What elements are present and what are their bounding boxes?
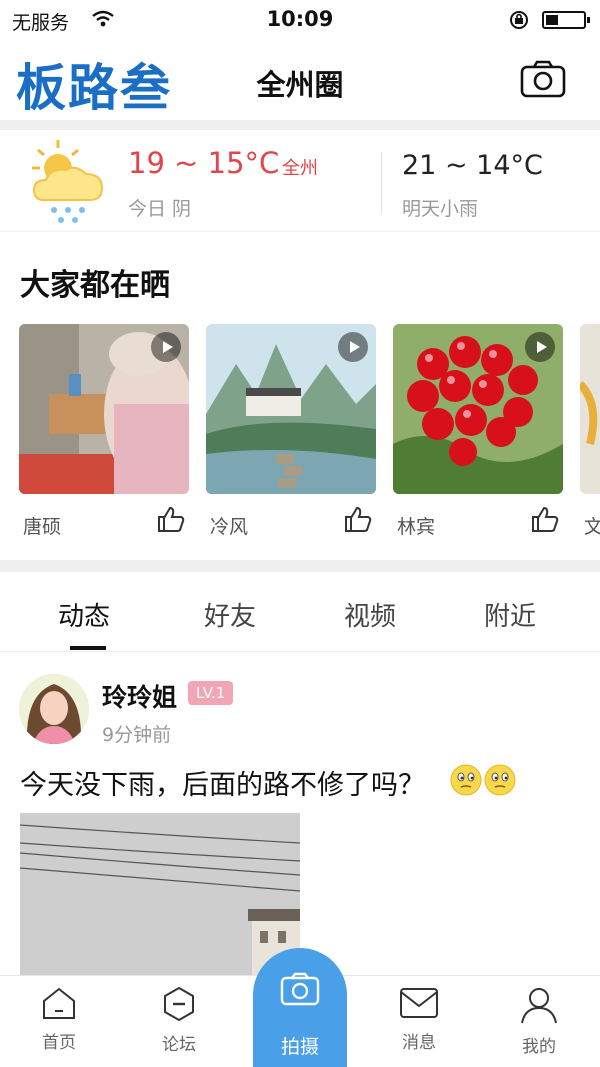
section-title: 大家都在晒 (20, 268, 170, 303)
camera-icon (280, 972, 320, 1006)
today-area: 全州 (282, 158, 318, 179)
tomorrow-description: 明天小雨 (402, 198, 479, 220)
share-thumbnail[interactable] (19, 324, 189, 494)
shoot-label: 拍摄 (280, 1036, 319, 1058)
weather-panel[interactable]: 19 ~ 15°C 全州 今日 阴 21 ~ 14°C 明天小雨 (0, 130, 600, 230)
share-item[interactable]: 唐硕 (19, 324, 189, 538)
emoji-icon (484, 764, 516, 796)
share-author[interactable]: 唐硕 (23, 512, 61, 539)
play-icon[interactable] (151, 332, 181, 362)
share-item[interactable]: 林宾 (393, 324, 563, 538)
thumbs-up-icon[interactable] (344, 506, 372, 536)
post-username[interactable]: 玲玲姐 (102, 678, 177, 714)
post-time: 9分钟前 (102, 724, 172, 746)
camera-button[interactable] (520, 60, 566, 98)
forum-icon (164, 986, 194, 1022)
share-item[interactable]: 冷风 (206, 324, 376, 538)
avatar[interactable] (19, 674, 89, 744)
battery-icon (542, 11, 590, 29)
tab-nearby[interactable]: 附近 (484, 596, 536, 633)
status-bar: 无服务 10:09 (0, 0, 600, 40)
feed-tabs: 动态 好友 视频 附近 (0, 572, 600, 652)
camera-icon (520, 60, 566, 98)
nav-home-label: 首页 (42, 1033, 76, 1053)
today-description: 今日 阴 (128, 198, 192, 220)
tab-videos[interactable]: 视频 (344, 596, 396, 633)
emoji-icon (450, 764, 482, 796)
thumbs-up-icon[interactable] (531, 506, 559, 536)
level-badge: LV.1 (188, 681, 234, 705)
weather-divider (381, 152, 382, 214)
post-image[interactable] (20, 813, 300, 978)
share-carousel[interactable]: 唐硕 冷风 林宾 文 (0, 324, 600, 544)
divider (0, 230, 600, 232)
nav-profile[interactable]: 我的 (494, 986, 584, 1057)
person-icon (521, 988, 557, 1024)
nav-messages[interactable]: 消息 (374, 986, 464, 1053)
today-temperature: 19 ~ 15°C (128, 146, 280, 180)
nav-messages-label: 消息 (402, 1033, 436, 1053)
nav-profile-label: 我的 (522, 1037, 556, 1057)
post-text: 今天没下雨，后面的路不修了吗？ (20, 770, 425, 801)
play-icon[interactable] (338, 332, 368, 362)
share-thumbnail[interactable] (393, 324, 563, 494)
thumbs-up-icon[interactable] (157, 506, 185, 536)
divider (0, 120, 600, 130)
cloudy-rain-icon (30, 138, 106, 232)
tomorrow-temperature: 21 ~ 14°C (402, 150, 543, 181)
share-item[interactable]: 文 (580, 324, 600, 538)
share-thumbnail[interactable] (206, 324, 376, 494)
shoot-button[interactable]: 拍摄 (253, 948, 347, 1067)
tab-dynamics[interactable]: 动态 (58, 596, 110, 633)
nav-forum-label: 论坛 (162, 1035, 196, 1055)
share-author[interactable]: 冷风 (210, 512, 248, 539)
home-icon (43, 987, 75, 1019)
app-header: 板路叁 全州圈 (0, 40, 600, 120)
share-thumbnail[interactable] (580, 324, 600, 494)
page-title: 全州圈 (256, 68, 344, 102)
nav-forum[interactable]: 论坛 (134, 986, 224, 1055)
nav-home[interactable]: 首页 (14, 986, 104, 1053)
play-icon[interactable] (525, 332, 555, 362)
divider (0, 560, 600, 572)
tab-friends[interactable]: 好友 (204, 596, 256, 633)
mail-icon (400, 988, 438, 1018)
rotation-lock-icon (509, 10, 533, 34)
active-tab-indicator (70, 646, 106, 650)
share-author[interactable]: 林宾 (397, 512, 435, 539)
share-author[interactable]: 文 (584, 512, 600, 539)
